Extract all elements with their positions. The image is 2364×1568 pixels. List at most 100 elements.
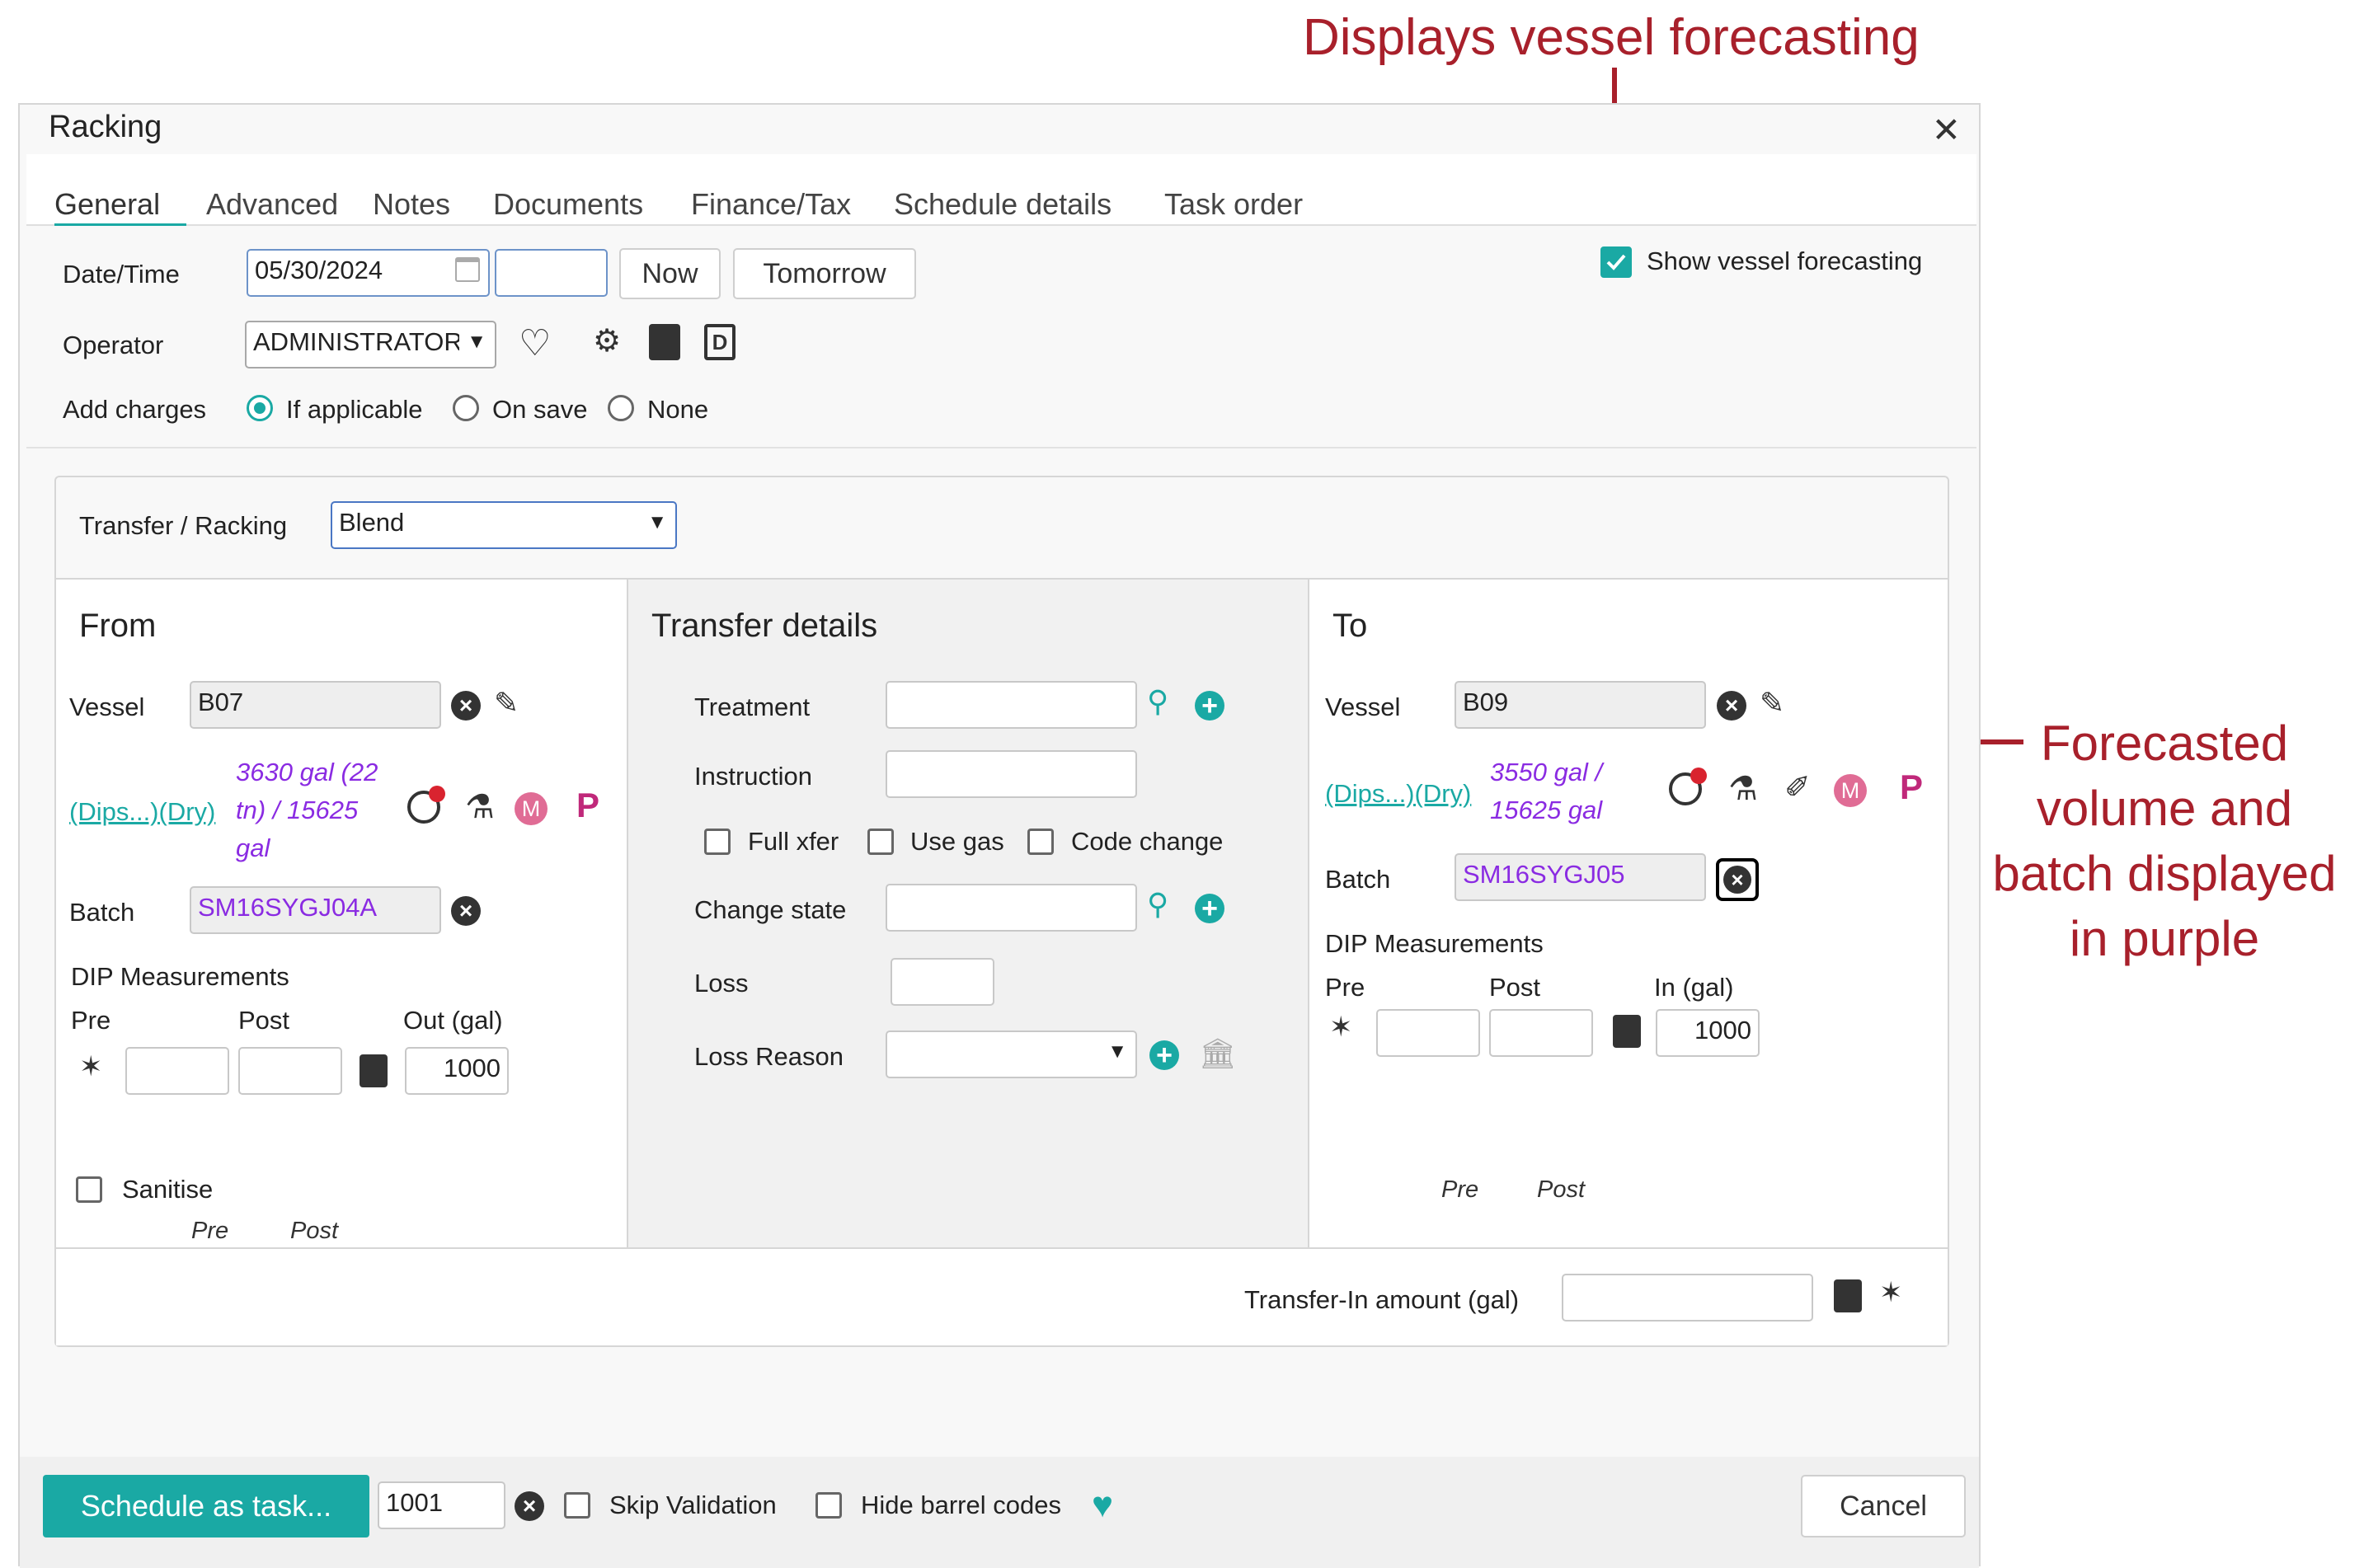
from-dips-link[interactable]: (Dips...)(Dry) — [69, 797, 215, 827]
tab-schedule-details[interactable]: Schedule details — [894, 187, 1112, 222]
dialog-title: Racking — [49, 110, 162, 144]
from-forecast-volume: 3630 gal (22 tn) / 15625 gal — [236, 753, 378, 867]
now-button[interactable]: Now — [619, 248, 721, 299]
heart-filled-icon[interactable]: ♥ — [1092, 1487, 1113, 1523]
loss-input[interactable] — [891, 958, 994, 1006]
from-post-input[interactable] — [238, 1047, 342, 1095]
tomorrow-button[interactable]: Tomorrow — [733, 248, 916, 299]
transfer-in-magic-wand-icon[interactable]: ✶ — [1879, 1279, 1903, 1307]
from-batch-input[interactable]: SM16SYGJ04A — [190, 886, 441, 934]
transfer-type-select[interactable]: Blend ▼ — [331, 501, 677, 549]
to-post-input[interactable] — [1489, 1009, 1593, 1057]
to-vessel-input[interactable]: B09 — [1455, 681, 1706, 729]
racking-dialog: Racking ✕ General Advanced Notes Documen… — [18, 103, 1981, 1568]
to-magic-wand-icon[interactable]: ✶ — [1329, 1013, 1353, 1041]
transfer-details-header: Transfer details — [651, 608, 878, 644]
transfer-in-label: Transfer-In amount (gal) — [1244, 1285, 1520, 1314]
loss-reason-select[interactable]: ▼ — [886, 1030, 1137, 1078]
heart-outline-icon[interactable]: ♡ — [519, 326, 551, 362]
tab-documents[interactable]: Documents — [493, 187, 643, 222]
dialog-titlebar: Racking ✕ — [20, 105, 1979, 154]
from-vessel-clear-icon[interactable]: × — [451, 691, 481, 721]
to-pipette-icon[interactable]: ✐ — [1784, 772, 1811, 804]
loss-reason-add-icon[interactable]: + — [1149, 1040, 1179, 1070]
change-state-input[interactable] — [886, 884, 1137, 932]
from-out-label: Out (gal) — [403, 1006, 503, 1035]
operator-label: Operator — [63, 331, 164, 359]
from-vessel-edit-icon[interactable]: ✎ — [494, 688, 519, 718]
annotation-line: batch displayed — [1992, 846, 2337, 901]
schedule-as-task-button[interactable]: Schedule as task... — [43, 1475, 369, 1537]
to-m-icon[interactable]: M — [1834, 774, 1867, 807]
hide-barrel-codes-label: Hide barrel codes — [861, 1491, 1061, 1519]
tab-general[interactable]: General — [54, 187, 160, 222]
task-number-clear-icon[interactable]: × — [515, 1491, 544, 1521]
from-out-input[interactable]: 1000 — [405, 1047, 509, 1095]
from-lab-flask-icon[interactable]: ⚗ — [465, 791, 495, 824]
to-batch-input[interactable]: SM16SYGJ05 — [1455, 853, 1706, 901]
to-history-clock-icon[interactable] — [1669, 768, 1707, 805]
to-header: To — [1332, 608, 1368, 644]
from-vessel-input[interactable]: B07 — [190, 681, 441, 729]
date-input[interactable]: 05/30/2024 — [247, 249, 490, 297]
charge-none-radio[interactable] — [608, 395, 634, 421]
to-dips-link[interactable]: (Dips...)(Dry) — [1325, 779, 1471, 809]
skip-validation-label: Skip Validation — [609, 1491, 777, 1519]
gear-icon[interactable]: ⚙ — [593, 326, 621, 357]
calendar-icon[interactable] — [455, 257, 480, 282]
from-m-icon[interactable]: M — [515, 792, 548, 825]
bank-icon[interactable]: 🏛 — [1199, 1039, 1237, 1068]
treatment-add-icon[interactable]: + — [1195, 691, 1224, 721]
to-vessel-label: Vessel — [1325, 692, 1401, 721]
tab-advanced[interactable]: Advanced — [206, 187, 338, 222]
from-pre-input[interactable] — [125, 1047, 229, 1095]
to-in-input[interactable]: 1000 — [1656, 1009, 1760, 1057]
transfer-in-input[interactable] — [1562, 1274, 1813, 1322]
use-gas-checkbox[interactable] — [867, 829, 894, 855]
change-state-label: Change state — [694, 895, 847, 924]
from-magic-wand-icon[interactable]: ✶ — [79, 1053, 103, 1081]
to-lab-flask-icon[interactable]: ⚗ — [1728, 772, 1758, 805]
transfer-in-calculator-icon[interactable] — [1834, 1279, 1862, 1312]
charge-if-applicable-radio[interactable] — [247, 395, 273, 421]
code-change-checkbox[interactable] — [1027, 829, 1054, 855]
task-number-input[interactable]: 1001 — [378, 1481, 505, 1529]
from-history-clock-icon[interactable] — [407, 786, 445, 824]
full-xfer-checkbox[interactable] — [704, 829, 731, 855]
operator-select[interactable]: ADMINISTRATOR ▼ — [245, 321, 496, 369]
contact-card-icon[interactable] — [649, 324, 680, 360]
from-p-icon[interactable]: P — [576, 786, 599, 825]
tab-notes[interactable]: Notes — [373, 187, 450, 222]
to-vessel-clear-icon[interactable]: × — [1717, 691, 1746, 721]
from-calculator-icon[interactable] — [360, 1054, 388, 1087]
treatment-input[interactable] — [886, 681, 1137, 729]
close-icon[interactable]: ✕ — [1932, 110, 1961, 150]
chevron-down-icon: ▼ — [467, 331, 486, 353]
show-forecast-checkbox[interactable] — [1600, 246, 1632, 278]
document-d-icon[interactable]: D — [704, 324, 736, 360]
hide-barrel-codes-checkbox[interactable] — [815, 1492, 842, 1519]
to-vessel-edit-icon[interactable]: ✎ — [1760, 688, 1784, 718]
to-p-icon[interactable]: P — [1900, 768, 1923, 807]
cancel-button[interactable]: Cancel — [1801, 1475, 1966, 1537]
to-calculator-icon[interactable] — [1613, 1015, 1641, 1048]
to-dip-title: DIP Measurements — [1325, 929, 1544, 958]
sanitise-checkbox[interactable] — [76, 1176, 102, 1203]
change-state-add-icon[interactable]: + — [1195, 894, 1224, 923]
charge-on-save-radio[interactable] — [453, 395, 479, 421]
treatment-search-icon[interactable]: ⚲ — [1147, 687, 1168, 716]
transfer-type-value: Blend — [339, 508, 405, 537]
from-pre-hint: Pre — [191, 1218, 229, 1244]
to-batch-clear-icon[interactable]: × — [1716, 858, 1759, 901]
check-icon — [1606, 254, 1626, 270]
tab-task-order[interactable]: Task order — [1164, 187, 1303, 222]
time-input[interactable] — [495, 249, 608, 297]
to-pre-input[interactable] — [1376, 1009, 1480, 1057]
instruction-label: Instruction — [694, 762, 813, 791]
instruction-input[interactable] — [886, 750, 1137, 798]
operator-value: ADMINISTRATOR — [253, 327, 459, 356]
from-batch-clear-icon[interactable]: × — [451, 896, 481, 926]
skip-validation-checkbox[interactable] — [564, 1492, 590, 1519]
tab-finance-tax[interactable]: Finance/Tax — [691, 187, 851, 222]
change-state-search-icon[interactable]: ⚲ — [1147, 890, 1168, 919]
